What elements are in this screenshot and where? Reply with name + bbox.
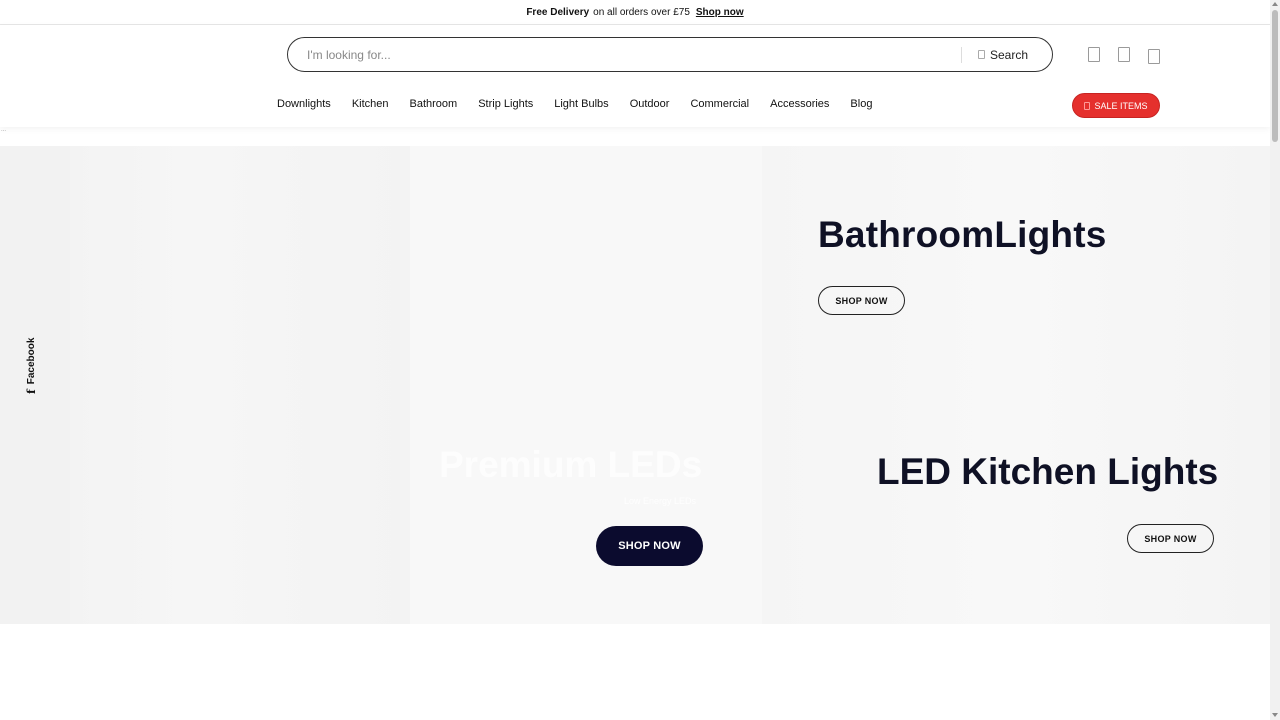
page-scrollbar[interactable] [1270,0,1280,720]
scrollbar-thumb[interactable] [1272,10,1278,142]
bathroom-shop-now-button[interactable]: SHOP NOW [818,286,905,315]
nav-item-downlights[interactable]: Downlights [277,98,331,110]
breadcrumb-placeholder: ... [1,127,7,133]
kitchen-shop-now-button[interactable]: SHOP NOW [1127,524,1214,553]
nav-item-light-bulbs[interactable]: Light Bulbs [554,98,608,110]
search-bar: Search [287,37,1053,72]
nav-item-bathroom[interactable]: Bathroom [410,98,458,110]
wishlist-icon[interactable] [1118,47,1130,62]
sale-items-button[interactable]: SALE ITEMS [1072,93,1160,118]
announcement-bar: Free Delivery on all orders over £75 Sho… [0,0,1270,25]
announcement-shop-link[interactable]: Shop now [696,7,744,18]
account-icon[interactable] [1088,47,1100,62]
main-nav: Downlights Kitchen Bathroom Strip Lights… [277,98,893,110]
nav-item-commercial[interactable]: Commercial [690,98,749,110]
search-divider [960,46,962,63]
nav-item-strip-lights[interactable]: Strip Lights [478,98,533,110]
nav-item-blog[interactable]: Blog [850,98,872,110]
cart-icon[interactable] [1148,49,1160,64]
premium-shop-now-button[interactable]: SHOP NOW [596,526,703,566]
nav-item-outdoor[interactable]: Outdoor [630,98,670,110]
announcement-text: on all orders over £75 [593,6,690,18]
kitchen-lights-heading: LED Kitchen Lights [877,451,1219,492]
sale-items-label: SALE ITEMS [1094,100,1148,111]
search-button[interactable]: Search [977,47,1052,62]
hero-panel [410,146,762,624]
page: Free Delivery on all orders over £75 Sho… [0,0,1280,720]
announcement-bold: Free Delivery [526,6,590,18]
nav-item-accessories[interactable]: Accessories [770,98,829,110]
bathroom-lights-heading: BathroomLights [818,214,1107,255]
scroll-up-icon[interactable] [1272,2,1278,6]
sale-tag-icon [1084,101,1091,110]
scroll-down-icon[interactable] [1272,713,1278,717]
site-header: Search Downlights Kitchen Bathroom Strip… [0,25,1270,127]
premium-leds-heading: Premium LEDs [439,444,703,485]
search-icon [977,50,985,59]
facebook-icon: f [25,389,38,394]
premium-leds-subtitle: Low Energy LEDs [624,496,697,506]
nav-item-kitchen[interactable]: Kitchen [352,98,389,110]
hero-panel [70,146,195,624]
facebook-social-tab[interactable]: f Facebook [25,330,41,400]
search-input[interactable] [288,38,961,71]
hero-panel [195,146,410,624]
facebook-label: Facebook [26,337,37,385]
search-button-label: Search [989,47,1028,62]
